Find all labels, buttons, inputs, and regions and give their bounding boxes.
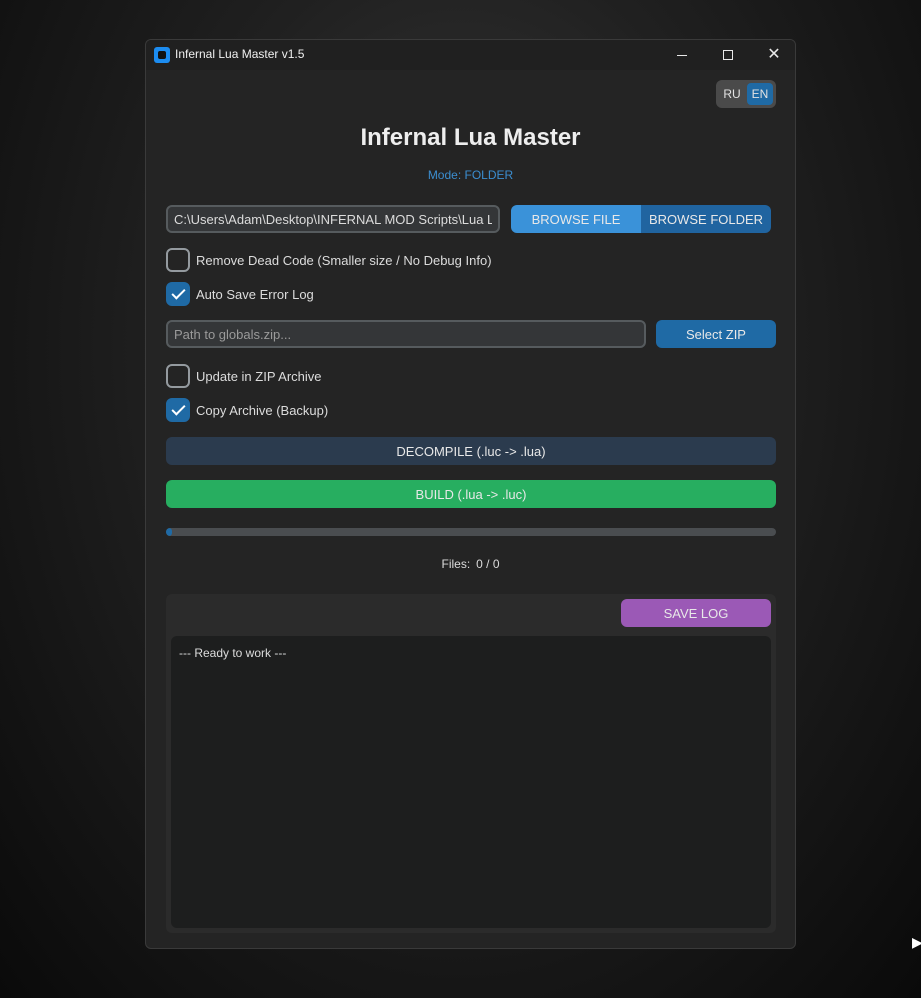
files-label: Files: [441,557,471,571]
zip-path-input[interactable] [166,320,646,348]
progress-bar [166,528,776,536]
app-window: Infernal Lua Master v1.5 ✕ RU EN Inferna… [145,39,796,949]
title-bar[interactable]: Infernal Lua Master v1.5 ✕ [146,40,795,70]
app-title: Infernal Lua Master [360,124,581,151]
close-button[interactable]: ✕ [751,40,795,70]
language-en-button[interactable]: EN [747,83,773,105]
build-button[interactable]: BUILD (.lua -> .luc) [166,480,776,508]
update-in-zip-box[interactable] [166,364,190,388]
minimize-button[interactable] [659,40,705,70]
auto-save-error-log-box[interactable] [166,282,190,306]
desktop-background: Infernal Lua Master v1.5 ✕ RU EN Inferna… [0,0,921,998]
copy-archive-label: Copy Archive (Backup) [196,402,329,418]
select-zip-button[interactable]: Select ZIP [656,320,776,348]
log-panel: SAVE LOG --- Ready to work --- [166,594,776,933]
window-title: Infernal Lua Master v1.5 [175,47,305,61]
copy-archive-checkbox[interactable]: Copy Archive (Backup) [166,398,328,422]
update-in-zip-label: Update in ZIP Archive [196,368,322,384]
remove-dead-code-label: Remove Dead Code (Smaller size / No Debu… [196,252,492,268]
checkmark-icon [170,285,186,300]
maximize-icon [723,50,733,60]
remove-dead-code-checkbox[interactable]: Remove Dead Code (Smaller size / No Debu… [166,248,492,272]
files-value: 0 / 0 [476,557,500,571]
source-path-input[interactable] [166,205,500,233]
decompile-button[interactable]: DECOMPILE (.luc -> .lua) [166,437,776,465]
auto-save-error-log-checkbox[interactable]: Auto Save Error Log [166,282,314,306]
maximize-button[interactable] [705,40,751,70]
mouse-cursor-icon: ▶ [912,934,921,950]
close-icon: ✕ [767,46,781,63]
copy-archive-box[interactable] [166,398,190,422]
checkmark-icon [170,401,186,416]
language-ru-button[interactable]: RU [719,83,745,105]
mode-label: Mode: FOLDER [427,168,514,182]
browse-folder-button[interactable]: BROWSE FOLDER [641,205,771,233]
save-log-button[interactable]: SAVE LOG [621,599,771,627]
files-counter: Files: 0 / 0 [146,557,795,571]
app-icon [154,47,170,63]
language-toggle: RU EN [716,80,776,108]
remove-dead-code-box[interactable] [166,248,190,272]
log-textbox[interactable]: --- Ready to work --- [171,636,771,928]
minimize-icon [677,54,687,56]
progress-fill [166,528,173,536]
auto-save-error-log-label: Auto Save Error Log [196,286,314,302]
browse-file-button[interactable]: BROWSE FILE [511,205,641,233]
update-in-zip-checkbox[interactable]: Update in ZIP Archive [166,364,322,388]
